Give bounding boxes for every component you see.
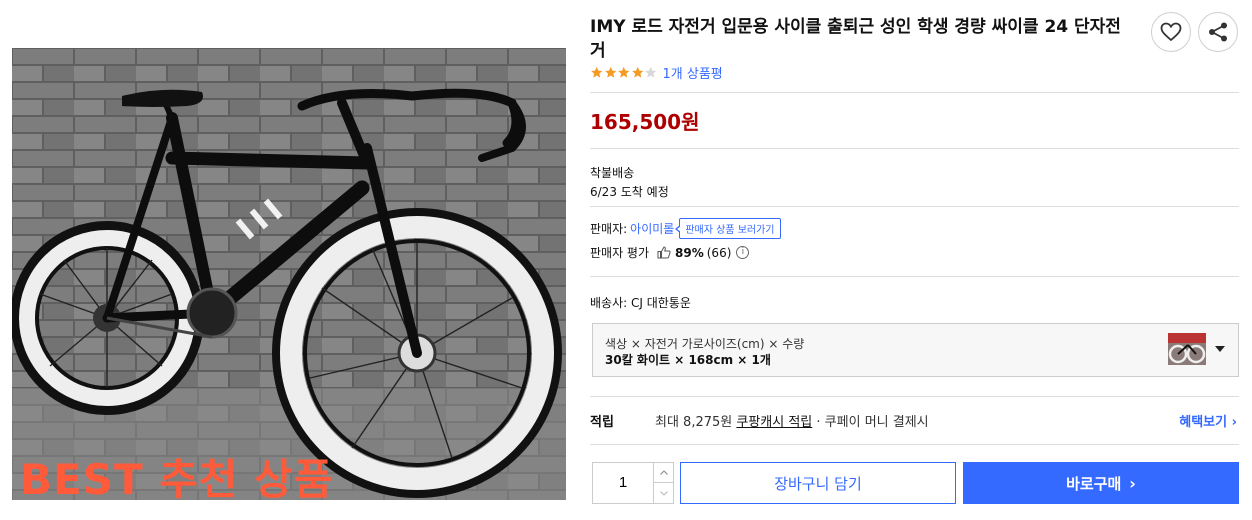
- shipping-type: 착불배송: [590, 166, 635, 180]
- star-icon: [631, 66, 643, 78]
- product-title: IMY 로드 자전거 입문용 사이클 출퇴근 성인 학생 경량 싸이클 24 단…: [590, 17, 1121, 61]
- divider: [590, 396, 1239, 397]
- product-image[interactable]: BEST 추천 상품: [12, 48, 566, 500]
- reward-amount: 최대 8,275원: [655, 415, 737, 430]
- share-icon: [1209, 22, 1227, 42]
- divider: [590, 206, 1239, 207]
- coupang-cash-link[interactable]: 쿠팡캐시 적립: [736, 415, 812, 430]
- seller-eval-percent: 89%: [675, 245, 704, 260]
- quantity-decrease-button[interactable]: [653, 483, 674, 503]
- chevron-right-icon: ›: [1129, 473, 1136, 493]
- star-icon: [591, 66, 603, 78]
- star-icon: [618, 66, 630, 78]
- review-count-link[interactable]: 1개 상품평: [663, 63, 723, 82]
- seller-products-tooltip[interactable]: 판매자 상품 보러가기: [675, 218, 781, 239]
- info-icon[interactable]: i: [736, 246, 750, 259]
- option-label: 색상 × 자전거 가로사이즈(cm) × 수량: [605, 337, 805, 351]
- seller-name-link[interactable]: 아이미롤: [630, 220, 674, 237]
- chevron-down-icon: [1215, 346, 1225, 352]
- divider: [590, 276, 1239, 277]
- chainring: [186, 287, 238, 339]
- quantity-input[interactable]: [593, 463, 653, 503]
- seller-row: 판매자: 아이미롤 판매자 상품 보러가기: [590, 218, 781, 239]
- quantity-increase-button[interactable]: [653, 463, 674, 483]
- divider: [590, 92, 1239, 93]
- heart-icon: [1160, 22, 1182, 42]
- seller-evaluation: 판매자 평가 89% (66) i: [590, 244, 750, 261]
- divider: [590, 148, 1239, 149]
- divider: [590, 444, 1239, 445]
- chevron-up-icon: [660, 470, 668, 475]
- option-thumbnail: [1168, 333, 1206, 365]
- share-button[interactable]: [1198, 12, 1238, 52]
- best-product-overlay-text: BEST 추천 상품: [20, 455, 334, 500]
- reward-label: 적립: [590, 415, 614, 430]
- option-selected-value: 30칼 화이트 × 168cm × 1개: [605, 353, 771, 367]
- thumbs-up-icon: [657, 246, 671, 259]
- reward-text: 최대 8,275원 쿠팡캐시 적립 · 쿠페이 머니 결제시: [655, 411, 929, 430]
- benefits-link[interactable]: 혜택보기 ›: [1179, 411, 1237, 430]
- quantity-stepper: [592, 462, 674, 504]
- seller-eval-count: (66): [706, 245, 732, 260]
- buy-now-label: 바로구매: [1066, 474, 1122, 493]
- add-to-cart-button[interactable]: 장바구니 담기: [680, 462, 956, 504]
- chevron-down-icon: [660, 490, 668, 496]
- option-selector[interactable]: 색상 × 자전거 가로사이즈(cm) × 수량 30칼 화이트 × 168cm …: [592, 323, 1239, 377]
- buy-now-button[interactable]: 바로구매 ›: [963, 462, 1239, 504]
- arrival-date: 6/23 도착 예정: [590, 185, 669, 199]
- seller-label: 판매자:: [590, 222, 628, 236]
- reward-condition: · 쿠페이 머니 결제시: [812, 415, 929, 430]
- star-rating: [590, 66, 658, 79]
- shipping-carrier: 배송사: CJ 대한통운: [590, 296, 691, 310]
- star-icon: [604, 66, 616, 78]
- star-icon: [645, 66, 657, 78]
- rating-row: 1개 상품평: [590, 63, 723, 82]
- seller-eval-label: 판매자 평가: [590, 246, 650, 260]
- bicycle-photo: [12, 48, 566, 500]
- product-info-panel: IMY 로드 자전거 입문용 사이클 출퇴근 성인 학생 경량 싸이클 24 단…: [590, 0, 1240, 520]
- price: 165,500원: [590, 110, 700, 134]
- wishlist-button[interactable]: [1151, 12, 1191, 52]
